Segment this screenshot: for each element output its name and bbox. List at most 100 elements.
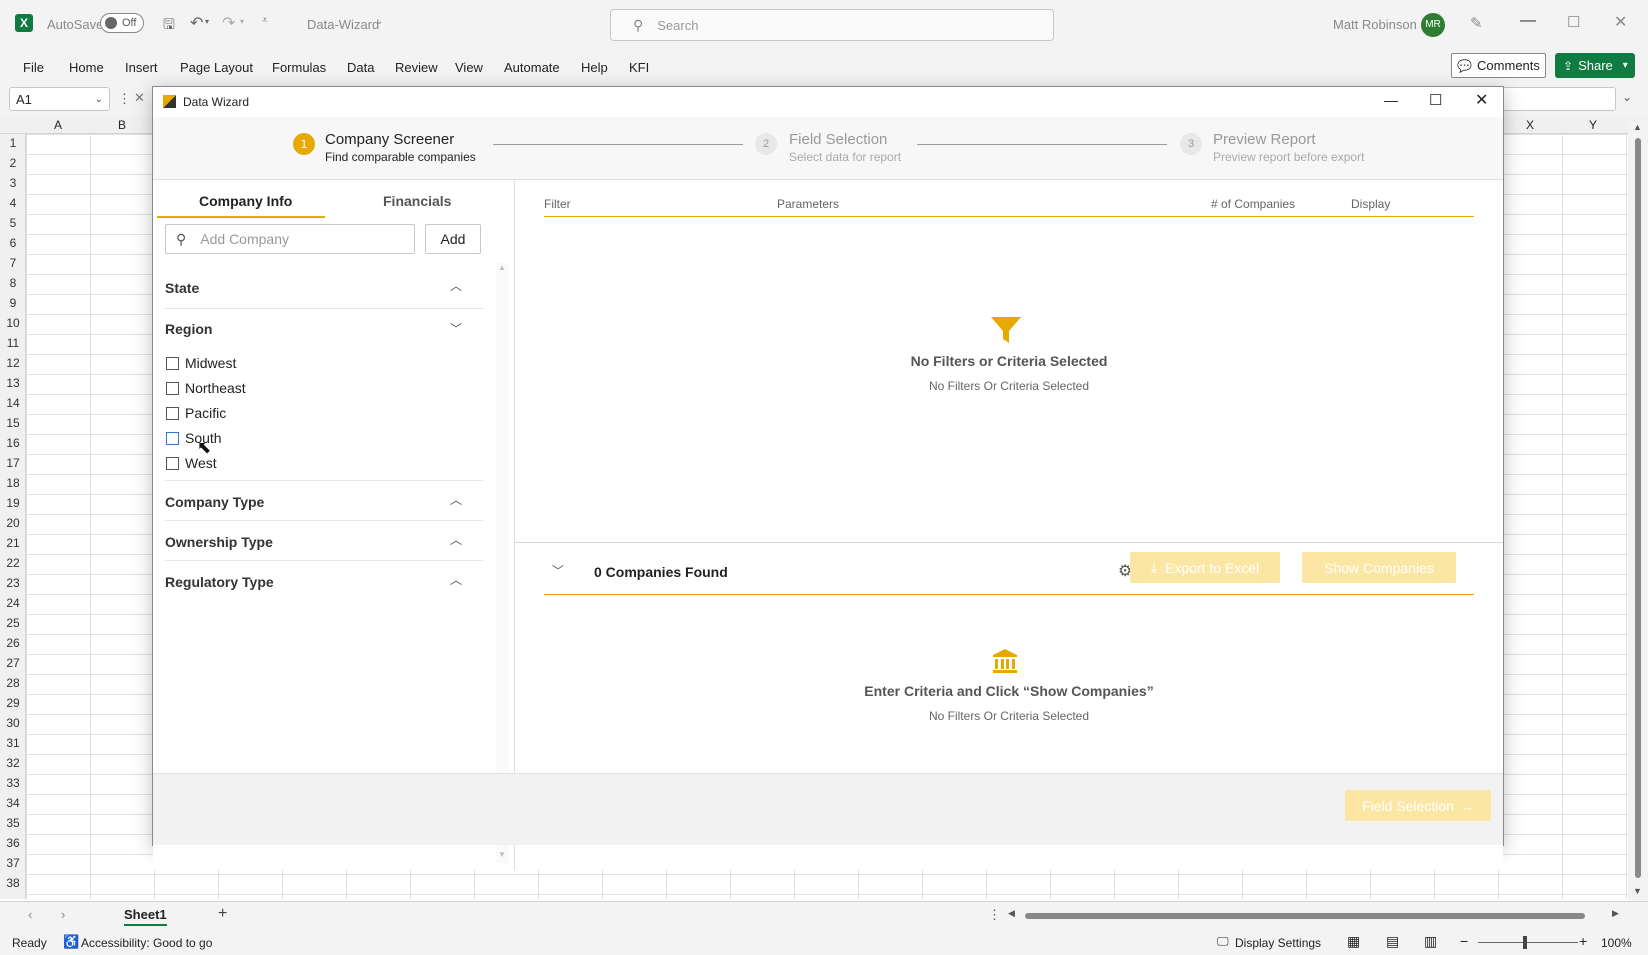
region-label-midwest[interactable]: Midwest [185,355,236,371]
tab-financials[interactable]: Financials [383,193,451,209]
row-header[interactable]: 22 [0,556,26,570]
checkbox-south[interactable] [166,432,179,445]
accessibility-status[interactable]: Accessibility: Good to go [81,936,212,950]
state-collapse-icon[interactable]: ︿ [450,277,462,294]
tab-insert[interactable]: Insert [125,60,158,75]
row-header[interactable]: 7 [0,256,26,270]
row-header[interactable]: 6 [0,236,26,250]
add-company-input[interactable]: ⚲ Add Company [165,224,415,254]
results-collapse-icon[interactable]: ﹀ [552,562,564,579]
tab-page-layout[interactable]: Page Layout [180,60,253,75]
zoom-level[interactable]: 100% [1601,936,1632,950]
avatar[interactable]: MR [1421,13,1445,37]
document-name[interactable]: Data-Wizard [307,17,379,32]
company-type-collapse-icon[interactable]: ︿ [450,491,462,508]
more-options-icon[interactable]: ⋮ [118,91,131,107]
section-regulatory-type[interactable]: Regulatory Type [165,574,495,590]
row-header[interactable]: 34 [0,796,26,810]
row-header[interactable]: 11 [0,336,26,350]
scroll-thumb[interactable] [1635,138,1641,878]
row-header[interactable]: 13 [0,376,26,390]
row-header[interactable]: 20 [0,516,26,530]
row-header[interactable]: 18 [0,476,26,490]
row-header[interactable]: 14 [0,396,26,410]
save-icon[interactable]: 🖫 [163,14,175,38]
row-header[interactable]: 33 [0,776,26,790]
row-header[interactable]: 3 [0,176,26,190]
page-break-view-icon[interactable]: ▥ [1424,933,1437,950]
add-sheet-icon[interactable]: + [218,905,227,923]
user-name[interactable]: Matt Robinson [1333,17,1417,32]
checkbox-west[interactable] [166,457,179,470]
expand-formula-bar-icon[interactable]: ⌄ [1622,90,1632,104]
row-header[interactable]: 32 [0,756,26,770]
dialog-maximize-icon[interactable]: ☐ [1429,91,1442,109]
share-dropdown-icon[interactable]: ▾ [1623,60,1628,71]
minimize-icon[interactable]: — [1520,12,1536,30]
tab-kfi[interactable]: KFI [629,60,649,75]
row-header[interactable]: 25 [0,616,26,630]
undo-icon[interactable]: ↶ [190,13,203,33]
row-header[interactable]: 26 [0,636,26,650]
cancel-entry-icon[interactable]: ✕ [134,90,145,106]
sheet-tab-sheet1[interactable]: Sheet1 [124,907,167,926]
section-state[interactable]: State [165,280,495,296]
display-settings-icon[interactable]: 🖵 [1217,934,1229,949]
column-header-b[interactable]: B [118,118,126,132]
tab-file[interactable]: File [23,60,44,75]
row-header[interactable]: 36 [0,836,26,850]
column-header-a[interactable]: A [54,118,62,132]
tab-view[interactable]: View [455,60,483,75]
zoom-in-icon[interactable]: + [1579,933,1587,949]
share-button[interactable]: ⇪ Share ▾ [1555,53,1635,78]
accessibility-icon[interactable]: ♿ [63,934,79,950]
checkbox-pacific[interactable] [166,407,179,420]
zoom-out-icon[interactable]: − [1460,933,1468,949]
filter-scroll-up-icon[interactable]: ▲ [498,263,506,272]
zoom-slider-thumb[interactable] [1523,936,1527,949]
section-ownership-type[interactable]: Ownership Type [165,534,495,550]
row-header[interactable]: 38 [0,876,26,890]
autosave-toggle[interactable]: Off [100,13,144,33]
row-header[interactable]: 19 [0,496,26,510]
comments-button[interactable]: 💬 Comments [1451,53,1546,78]
export-to-excel-button[interactable]: ⤓ Export to Excel [1130,552,1280,583]
row-header[interactable]: 31 [0,736,26,750]
tab-review[interactable]: Review [395,60,438,75]
horizontal-scroll-thumb[interactable] [1025,913,1585,919]
scroll-up-icon[interactable]: ▲ [1633,122,1642,132]
row-header[interactable]: 12 [0,356,26,370]
row-header[interactable]: 15 [0,416,26,430]
row-header[interactable]: 24 [0,596,26,610]
dialog-close-icon[interactable]: ✕ [1475,90,1488,110]
ownership-type-collapse-icon[interactable]: ︿ [450,531,462,548]
row-header[interactable]: 5 [0,216,26,230]
normal-view-icon[interactable]: ▦ [1347,933,1360,950]
scroll-down-icon[interactable]: ▼ [1633,886,1642,896]
region-label-northeast[interactable]: Northeast [185,380,246,396]
customize-toolbar-icon[interactable]: ⩡ [262,15,268,26]
row-header[interactable]: 8 [0,276,26,290]
tab-bar-options-icon[interactable]: ⋮ [988,907,1001,923]
column-header-x[interactable]: X [1526,118,1534,132]
step-2-title[interactable]: Field Selection [789,131,887,148]
name-box-dropdown-icon[interactable]: ⌄ [95,94,103,105]
h-scroll-left-icon[interactable]: ◀ [1008,908,1015,919]
show-companies-button[interactable]: Show Companies [1302,552,1456,583]
display-settings-label[interactable]: Display Settings [1235,936,1321,950]
row-header[interactable]: 28 [0,676,26,690]
row-header[interactable]: 9 [0,296,26,310]
row-header[interactable]: 4 [0,196,26,210]
region-label-pacific[interactable]: Pacific [185,405,226,421]
row-header[interactable]: 2 [0,156,26,170]
redo-dropdown-icon[interactable]: ▾ [240,17,244,26]
designer-icon[interactable]: ✎ [1470,14,1483,32]
row-header[interactable]: 23 [0,576,26,590]
row-header[interactable]: 27 [0,656,26,670]
row-header[interactable]: 30 [0,716,26,730]
row-header[interactable]: 16 [0,436,26,450]
dialog-minimize-icon[interactable]: — [1384,92,1398,108]
column-header-y[interactable]: Y [1589,118,1597,132]
row-header[interactable]: 37 [0,856,26,870]
tab-data[interactable]: Data [347,60,374,75]
